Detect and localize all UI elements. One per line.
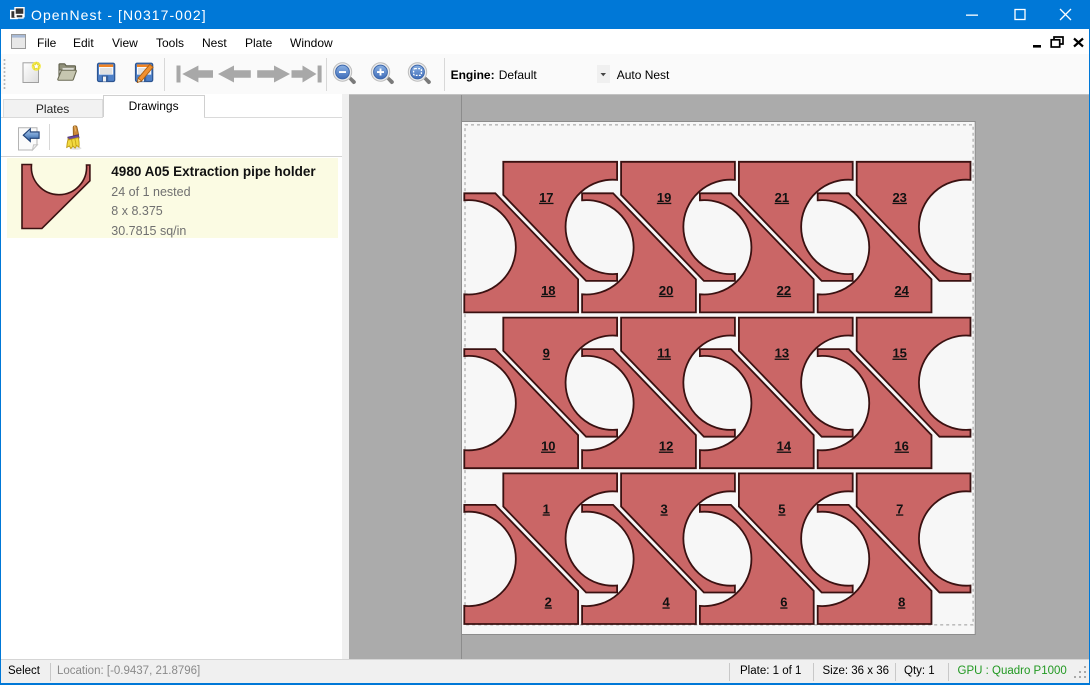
svg-text:5: 5: [779, 501, 786, 516]
svg-text:13: 13: [775, 345, 789, 360]
svg-text:8: 8: [898, 594, 905, 609]
svg-text:18: 18: [541, 282, 555, 297]
svg-text:21: 21: [775, 189, 789, 204]
svg-text:19: 19: [657, 189, 671, 204]
svg-text:16: 16: [895, 438, 909, 453]
svg-text:1: 1: [543, 501, 550, 516]
svg-text:6: 6: [781, 594, 788, 609]
svg-text:9: 9: [543, 345, 550, 360]
svg-text:20: 20: [659, 282, 673, 297]
svg-text:12: 12: [659, 438, 673, 453]
svg-text:15: 15: [893, 345, 907, 360]
svg-text:17: 17: [539, 189, 553, 204]
svg-text:4: 4: [663, 594, 671, 609]
svg-text:24: 24: [895, 282, 910, 297]
svg-text:2: 2: [545, 594, 552, 609]
svg-text:14: 14: [777, 438, 792, 453]
svg-text:7: 7: [896, 501, 903, 516]
svg-text:11: 11: [658, 345, 672, 360]
svg-text:3: 3: [661, 501, 668, 516]
svg-text:10: 10: [541, 438, 555, 453]
svg-text:23: 23: [893, 189, 907, 204]
svg-text:22: 22: [777, 282, 791, 297]
